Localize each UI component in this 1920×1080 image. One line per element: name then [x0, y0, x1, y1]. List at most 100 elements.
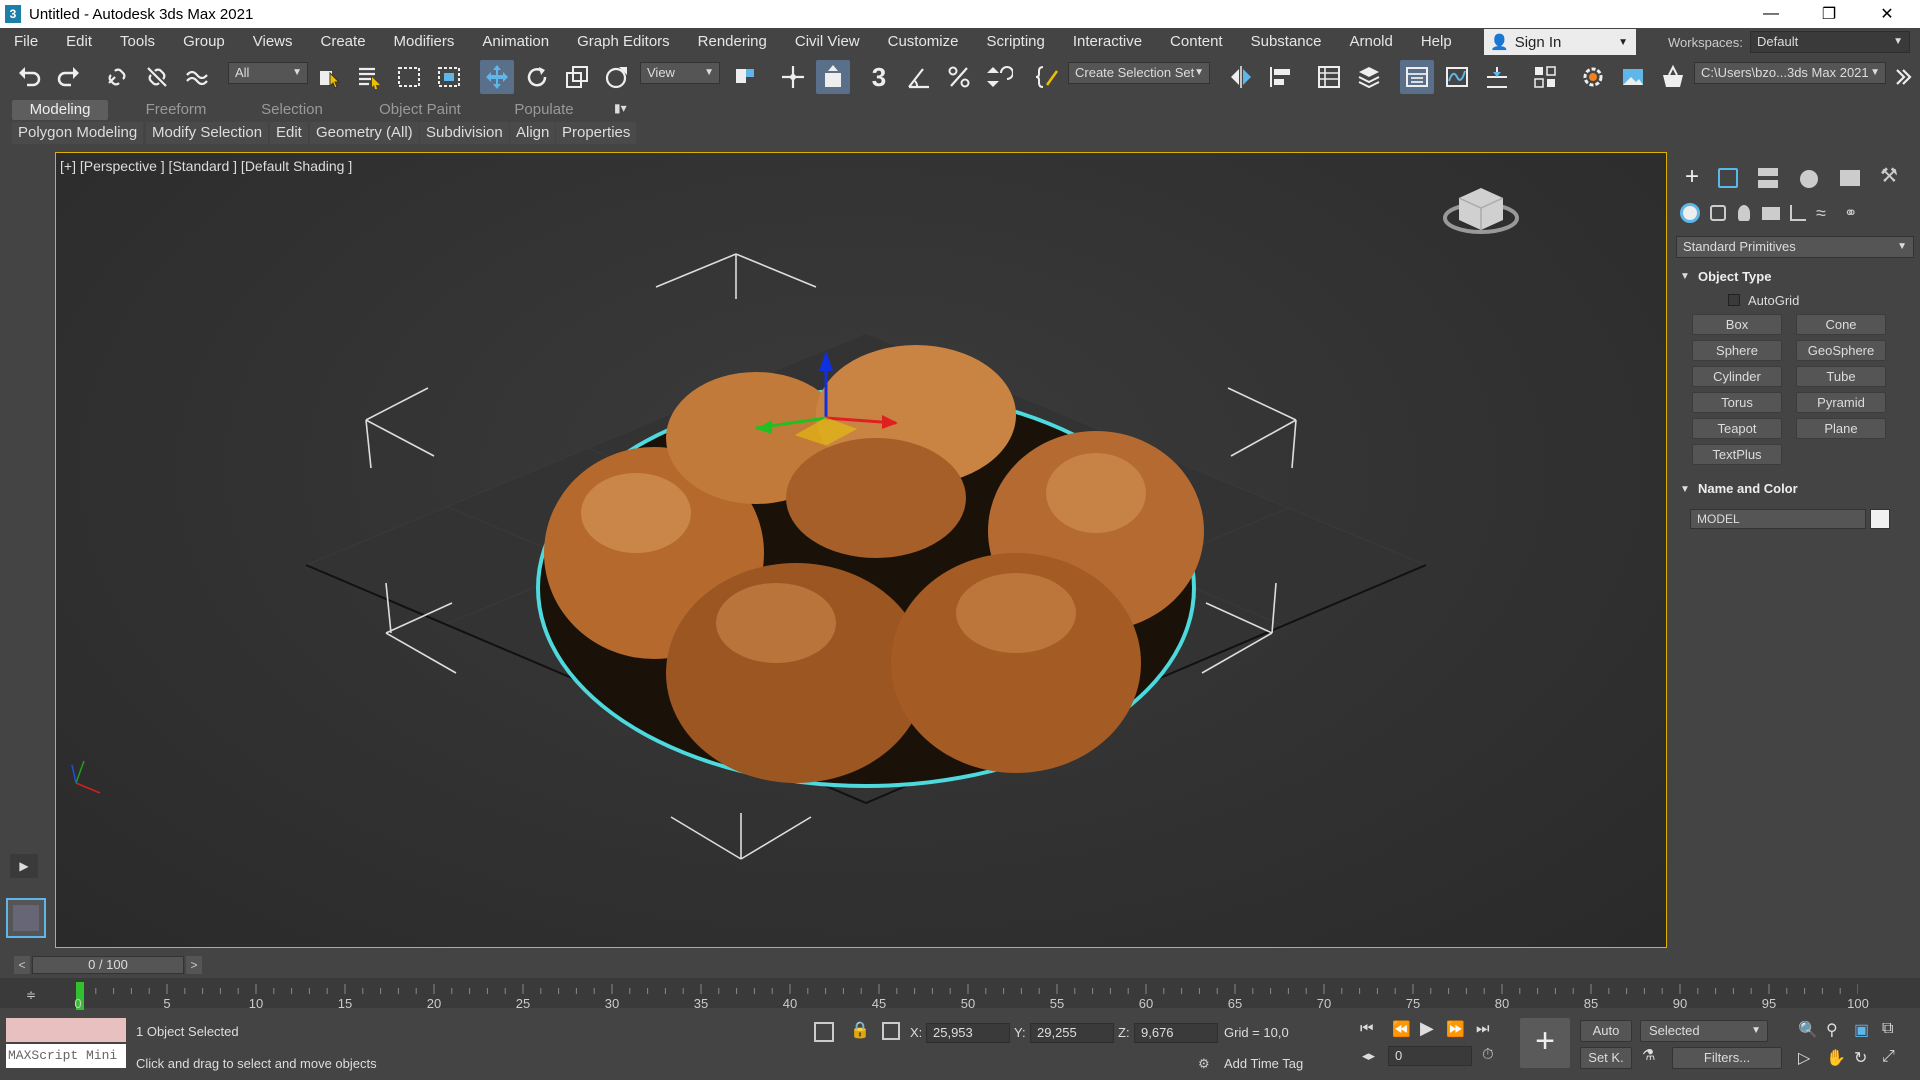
play-icon[interactable]: ▶ — [1420, 1018, 1434, 1039]
workspace-select[interactable]: Default ▼ — [1750, 31, 1910, 53]
subtab-edit[interactable]: Edit — [270, 122, 308, 144]
maximize-viewport-icon[interactable]: ⤢ — [1882, 1048, 1895, 1066]
name-and-color-header[interactable]: Name and Color — [1698, 481, 1798, 496]
subtab-subdivision[interactable]: Subdivision — [420, 122, 509, 144]
time-slider[interactable]: 0 / 100 — [32, 956, 184, 974]
rendered-frame-window-icon[interactable] — [1616, 60, 1650, 94]
z-coordinate-field[interactable]: 9,676 — [1134, 1023, 1218, 1043]
reference-coordinate-dropdown[interactable]: View ▼ — [640, 62, 720, 84]
textplus-button[interactable]: TextPlus — [1692, 444, 1782, 465]
undo-icon[interactable] — [12, 60, 46, 94]
object-category-dropdown[interactable]: Standard Primitives ▼ — [1676, 236, 1914, 258]
menu-civil-view[interactable]: Civil View — [781, 28, 874, 56]
tab-modeling[interactable]: Modeling — [12, 100, 108, 120]
geometry-category-icon[interactable] — [1680, 203, 1700, 223]
motion-panel-icon[interactable] — [1800, 170, 1818, 188]
curve-editor-toggle-icon[interactable]: ≑ — [26, 988, 36, 1002]
cylinder-button[interactable]: Cylinder — [1692, 366, 1782, 387]
go-to-end-icon[interactable]: ⏭ — [1476, 1020, 1490, 1037]
modify-panel-icon[interactable] — [1718, 168, 1738, 188]
restore-icon[interactable]: ❐ — [1800, 0, 1858, 28]
tube-button[interactable]: Tube — [1796, 366, 1886, 387]
tab-selection[interactable]: Selection — [244, 100, 340, 120]
menu-rendering[interactable]: Rendering — [684, 28, 781, 56]
menu-group[interactable]: Group — [169, 28, 239, 56]
menu-tools[interactable]: Tools — [106, 28, 169, 56]
key-mode-dropdown[interactable]: Selected ▼ — [1640, 1020, 1768, 1042]
align-icon[interactable] — [1264, 60, 1298, 94]
key-filters-icon[interactable]: ⚗ — [1642, 1046, 1655, 1064]
unlink-icon[interactable] — [140, 60, 174, 94]
edit-named-selection-icon[interactable] — [1030, 60, 1064, 94]
object-color-swatch[interactable] — [1870, 509, 1890, 529]
add-time-tag[interactable]: Add Time Tag — [1224, 1056, 1303, 1071]
layer-explorer-icon[interactable] — [1352, 60, 1386, 94]
utilities-panel-icon[interactable]: ⚒ — [1880, 166, 1900, 186]
set-key-big-icon[interactable]: + — [1520, 1018, 1570, 1068]
subtab-properties[interactable]: Properties — [556, 122, 637, 144]
spinner-snap-icon[interactable] — [982, 60, 1016, 94]
percent-snap-icon[interactable] — [942, 60, 976, 94]
close-icon[interactable]: ✕ — [1858, 0, 1916, 28]
previous-key-icon[interactable]: ⏪ — [1392, 1020, 1411, 1038]
menu-content[interactable]: Content — [1156, 28, 1237, 56]
cameras-category-icon[interactable] — [1762, 207, 1780, 220]
time-configuration-icon[interactable]: ⏱ — [1482, 1046, 1494, 1063]
y-coordinate-field[interactable]: 29,255 — [1030, 1023, 1114, 1043]
menu-scripting[interactable]: Scripting — [972, 28, 1058, 56]
menu-graph-editors[interactable]: Graph Editors — [563, 28, 684, 56]
x-coordinate-field[interactable]: 25,953 — [926, 1023, 1010, 1043]
isolate-selection-icon[interactable] — [814, 1022, 834, 1042]
rectangular-selection-icon[interactable] — [392, 60, 426, 94]
mirror-icon[interactable] — [1224, 60, 1258, 94]
viewport-label[interactable]: [+] [Perspective ] [Standard ] [Default … — [60, 158, 352, 174]
create-panel-icon[interactable]: + — [1680, 165, 1704, 190]
plane-button[interactable]: Plane — [1796, 418, 1886, 439]
go-to-start-icon[interactable]: ⏮ — [1360, 1020, 1374, 1037]
selection-filter-dropdown[interactable]: All ▼ — [228, 62, 308, 84]
named-selection-set-dropdown[interactable]: Create Selection Set ▼ — [1068, 62, 1210, 84]
snaps-toggle-icon[interactable]: 3 — [862, 60, 896, 94]
scene-explorer-icon[interactable] — [1312, 60, 1346, 94]
shapes-category-icon[interactable] — [1710, 205, 1726, 221]
bind-space-warp-icon[interactable] — [180, 60, 214, 94]
menu-help[interactable]: Help — [1407, 28, 1466, 56]
menu-views[interactable]: Views — [239, 28, 307, 56]
select-by-name-icon[interactable] — [352, 60, 386, 94]
maxscript-listener-output[interactable] — [6, 1018, 126, 1042]
toolbar-overflow-icon[interactable] — [1886, 60, 1920, 94]
schematic-view-icon[interactable] — [1480, 60, 1514, 94]
project-folder-dropdown[interactable]: C:\Users\bzo...3ds Max 2021 ▼ — [1694, 62, 1886, 84]
zoom-extents-icon[interactable]: ▣ — [1854, 1020, 1869, 1040]
autogrid-checkbox[interactable] — [1728, 294, 1740, 306]
filters-button[interactable]: Filters... — [1672, 1047, 1782, 1069]
select-and-move-icon[interactable] — [480, 60, 514, 94]
cone-button[interactable]: Cone — [1796, 314, 1886, 335]
ribbon-options-icon[interactable]: ▮▾ — [614, 101, 644, 119]
pan-view-icon[interactable]: ✋ — [1826, 1048, 1846, 1068]
subtab-geometry-all[interactable]: Geometry (All) — [310, 122, 419, 144]
systems-category-icon[interactable]: ⚭ — [1844, 203, 1864, 223]
lock-icon[interactable]: 🔒 — [850, 1020, 870, 1040]
menu-animation[interactable]: Animation — [468, 28, 563, 56]
absolute-mode-icon[interactable] — [882, 1022, 900, 1040]
tab-freeform[interactable]: Freeform — [128, 100, 224, 120]
menu-edit[interactable]: Edit — [52, 28, 106, 56]
angle-snap-icon[interactable] — [902, 60, 936, 94]
select-and-scale-icon[interactable] — [560, 60, 594, 94]
window-crossing-icon[interactable] — [432, 60, 466, 94]
menu-file[interactable]: File — [0, 28, 52, 56]
render-setup-icon[interactable] — [1576, 60, 1610, 94]
sign-in-dropdown[interactable]: 👤 Sign In ▼ — [1484, 29, 1636, 55]
curve-editor-icon[interactable] — [1440, 60, 1474, 94]
maxscript-mini-listener[interactable]: MAXScript Mini — [6, 1044, 126, 1068]
auto-key-button[interactable]: Auto — [1580, 1020, 1632, 1042]
menu-arnold[interactable]: Arnold — [1335, 28, 1406, 56]
geosphere-button[interactable]: GeoSphere — [1796, 340, 1886, 361]
tab-object-paint[interactable]: Object Paint — [362, 100, 478, 120]
object-name-field[interactable]: MODEL — [1690, 509, 1866, 529]
zoom-icon[interactable]: 🔍 — [1798, 1020, 1818, 1040]
select-manipulate-icon[interactable] — [776, 60, 810, 94]
set-key-button[interactable]: Set K. — [1580, 1047, 1632, 1069]
menu-modifiers[interactable]: Modifiers — [380, 28, 469, 56]
